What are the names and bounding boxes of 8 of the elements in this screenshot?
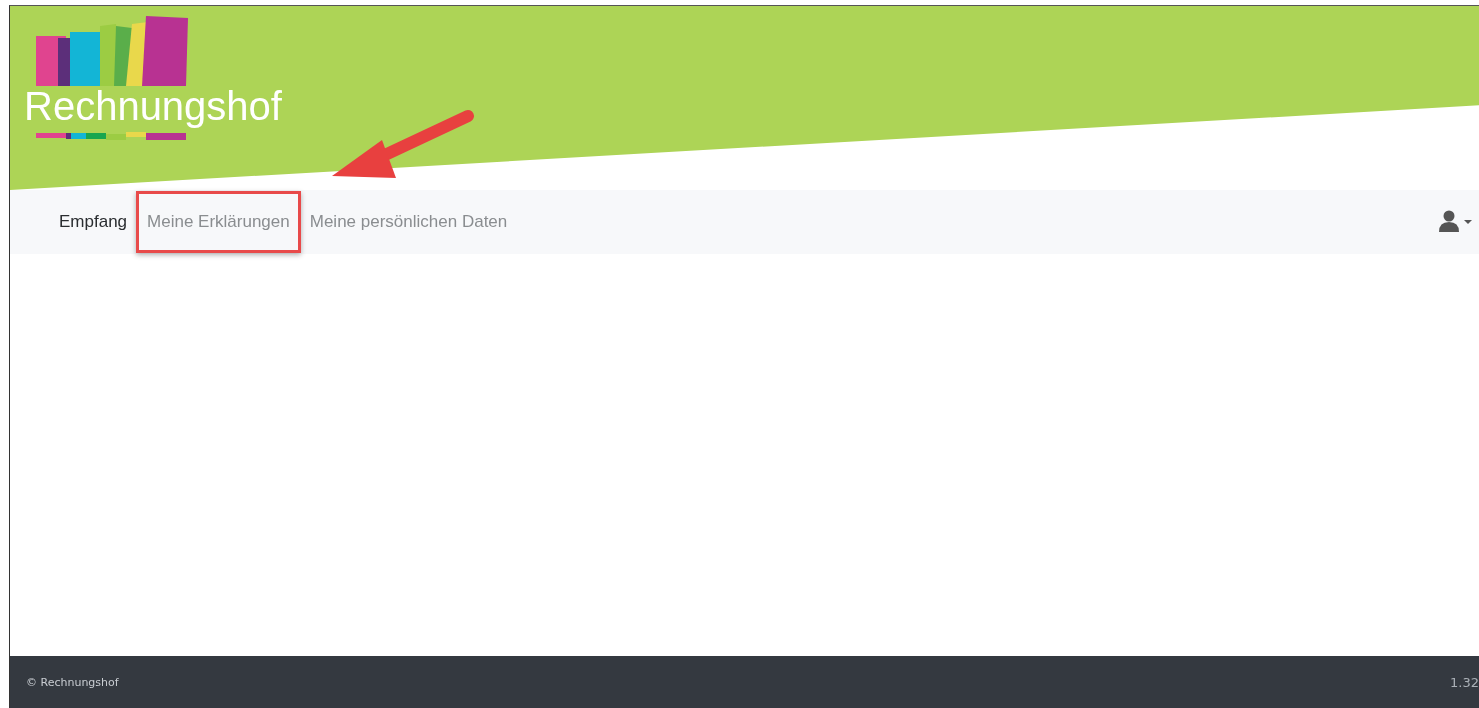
user-icon (1439, 209, 1473, 232)
copyright-text: © Rechnungshof (26, 675, 119, 689)
nav-link[interactable]: Meine Erklärungen (136, 191, 301, 253)
nav-link[interactable]: Empfang (50, 189, 137, 255)
color-stripe-icon (36, 132, 186, 140)
nav-link[interactable]: Meine persönlichen Daten (300, 189, 517, 255)
version-text: 1.32 (1450, 674, 1479, 690)
brand-name: Rechnungshof (24, 84, 283, 128)
